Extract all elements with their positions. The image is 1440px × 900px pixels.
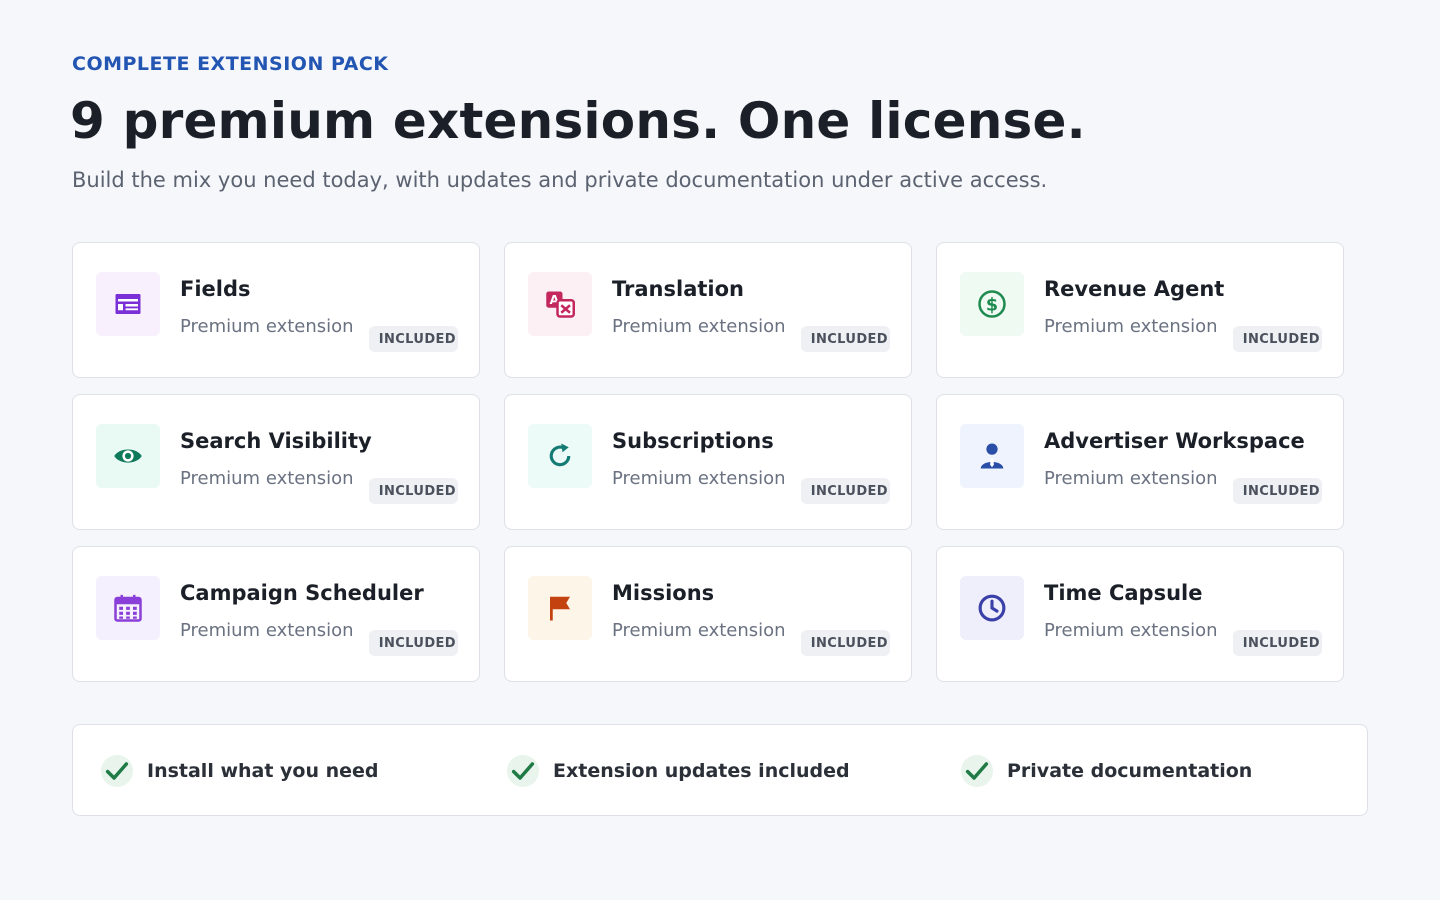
extension-subtitle: Premium extension <box>612 468 786 489</box>
feature-documentation: Private documentation <box>961 725 1252 817</box>
clock-icon <box>978 594 1006 622</box>
svg-text:$: $ <box>986 295 998 315</box>
extension-name: Missions <box>612 581 715 605</box>
search-visibility-icon-box <box>96 424 160 488</box>
extension-card-search-visibility: Search Visibility Premium extension INCL… <box>72 394 480 530</box>
extension-name: Campaign Scheduler <box>180 581 424 605</box>
check-icon <box>101 755 133 787</box>
eyebrow-label: COMPLETE EXTENSION PACK <box>72 53 389 75</box>
subscriptions-icon-box <box>528 424 592 488</box>
form-fields-icon <box>115 294 141 314</box>
page-title: 9 premium extensions. One license. <box>70 92 1086 150</box>
extension-card-revenue-agent: $ Revenue Agent Premium extension INCLUD… <box>936 242 1344 378</box>
calendar-icon <box>114 594 142 622</box>
included-badge: INCLUDED <box>368 630 458 656</box>
feature-label: Extension updates included <box>553 760 850 782</box>
extension-name: Fields <box>180 277 251 301</box>
translate-icon: A <box>546 291 575 318</box>
included-badge: INCLUDED <box>1232 478 1322 504</box>
included-badge: INCLUDED <box>800 630 890 656</box>
translation-icon-box: A <box>528 272 592 336</box>
missions-icon-box <box>528 576 592 640</box>
time-capsule-icon-box <box>960 576 1024 640</box>
included-badge: INCLUDED <box>800 326 890 352</box>
feature-label: Install what you need <box>147 760 379 782</box>
extension-card-advertiser-workspace: Advertiser Workspace Premium extension I… <box>936 394 1344 530</box>
extension-subtitle: Premium extension <box>180 316 354 337</box>
extension-subtitle: Premium extension <box>1044 620 1218 641</box>
fields-icon-box <box>96 272 160 336</box>
extension-card-campaign-scheduler: Campaign Scheduler Premium extension INC… <box>72 546 480 682</box>
extension-card-time-capsule: Time Capsule Premium extension INCLUDED <box>936 546 1344 682</box>
extension-subtitle: Premium extension <box>612 316 786 337</box>
extension-subtitle: Premium extension <box>612 620 786 641</box>
extension-name: Subscriptions <box>612 429 774 453</box>
extensions-grid: Fields Premium extension INCLUDED A Tran… <box>72 242 1344 682</box>
extension-subtitle: Premium extension <box>180 620 354 641</box>
check-icon <box>507 755 539 787</box>
feature-install: Install what you need <box>101 725 379 817</box>
extension-subtitle: Premium extension <box>1044 316 1218 337</box>
extension-name: Revenue Agent <box>1044 277 1225 301</box>
included-badge: INCLUDED <box>368 326 458 352</box>
included-badge: INCLUDED <box>368 478 458 504</box>
extension-card-subscriptions: Subscriptions Premium extension INCLUDED <box>504 394 912 530</box>
check-icon <box>961 755 993 787</box>
included-badge: INCLUDED <box>800 478 890 504</box>
eye-icon <box>114 449 142 463</box>
extension-card-missions: Missions Premium extension INCLUDED <box>504 546 912 682</box>
revenue-agent-icon-box: $ <box>960 272 1024 336</box>
included-badge: INCLUDED <box>1232 326 1322 352</box>
user-tie-icon <box>980 443 1004 469</box>
advertiser-workspace-icon-box <box>960 424 1024 488</box>
flag-icon <box>550 596 570 621</box>
campaign-scheduler-icon-box <box>96 576 160 640</box>
extension-card-fields: Fields Premium extension INCLUDED <box>72 242 480 378</box>
feature-label: Private documentation <box>1007 760 1253 782</box>
extension-subtitle: Premium extension <box>180 468 354 489</box>
extension-name: Translation <box>612 277 744 301</box>
features-strip: Install what you need Extension updates … <box>72 724 1368 816</box>
refresh-icon <box>549 443 571 467</box>
extension-card-translation: A Translation Premium extension INCLUDED <box>504 242 912 378</box>
extension-name: Time Capsule <box>1044 581 1203 605</box>
page-subtitle: Build the mix you need today, with updat… <box>72 168 1048 192</box>
extension-subtitle: Premium extension <box>1044 468 1218 489</box>
extension-name: Search Visibility <box>180 429 372 453</box>
included-badge: INCLUDED <box>1232 630 1322 656</box>
dollar-circle-icon: $ <box>978 290 1006 318</box>
feature-updates: Extension updates included <box>507 725 850 817</box>
extension-name: Advertiser Workspace <box>1044 429 1305 453</box>
